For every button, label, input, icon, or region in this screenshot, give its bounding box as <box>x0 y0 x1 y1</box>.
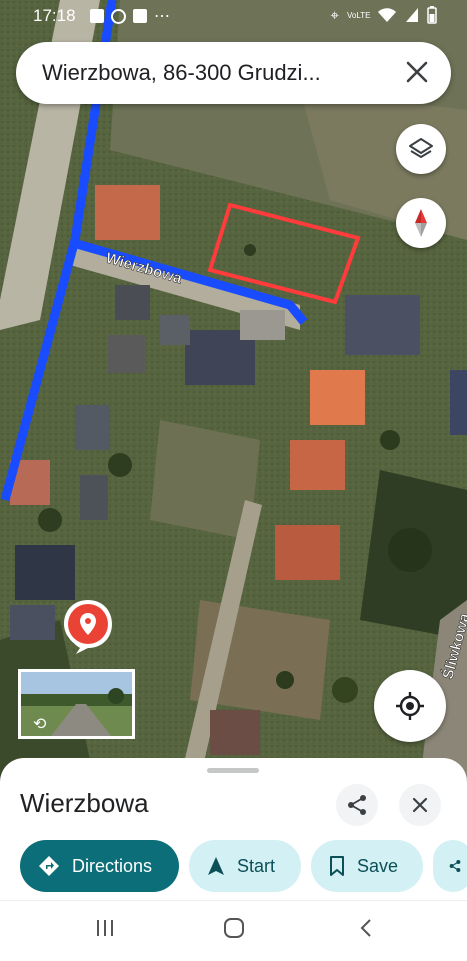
start-label: Start <box>237 855 276 876</box>
signal-icon <box>406 8 418 22</box>
directions-icon <box>39 856 59 876</box>
drag-handle[interactable] <box>207 768 259 773</box>
directions-button[interactable]: Directions <box>20 840 179 892</box>
save-button[interactable]: Save <box>311 840 423 892</box>
place-sheet[interactable]: Wierzbowa Directions Start Save <box>0 758 467 900</box>
close-sheet-button[interactable] <box>399 784 441 826</box>
share-icon <box>348 795 366 815</box>
location-icon: ⌖ <box>330 6 339 24</box>
my-location-button[interactable] <box>374 670 446 742</box>
satellite-map[interactable]: Wierzbowa Śliwkowa ⟲ <box>0 0 467 780</box>
bookmark-icon <box>330 856 344 876</box>
house-roof <box>95 185 160 240</box>
status-time: 17:18 <box>33 6 76 25</box>
battery-icon <box>427 6 437 24</box>
navigation-arrow-icon <box>208 857 224 875</box>
save-label: Save <box>357 855 399 876</box>
my-location-icon <box>396 692 424 720</box>
recent-apps-icon[interactable] <box>94 917 116 939</box>
gallery-icon <box>90 9 104 23</box>
home-icon[interactable] <box>223 917 245 939</box>
close-icon <box>412 797 428 813</box>
street-view-thumbnail[interactable]: ⟲ <box>18 669 135 739</box>
wifi-icon <box>378 8 396 22</box>
rotate-360-icon: ⟲ <box>33 716 47 733</box>
search-query[interactable]: Wierzbowa, 86-300 Grudzi... <box>42 60 392 86</box>
system-nav-bar <box>0 900 467 961</box>
layers-button[interactable] <box>396 124 446 174</box>
compass-icon <box>415 209 427 237</box>
share-icon <box>449 860 461 872</box>
directions-label: Directions <box>72 855 153 876</box>
network-label: VoLTE <box>347 10 371 20</box>
notification-icon <box>133 9 147 23</box>
close-icon[interactable] <box>401 56 433 88</box>
start-button[interactable]: Start <box>189 840 301 892</box>
share-chip-button[interactable] <box>433 840 467 892</box>
more-dots-icon: ⋯ <box>154 8 170 25</box>
action-chips: Directions Start Save <box>20 840 467 892</box>
whatsapp-icon <box>111 8 126 24</box>
place-title: Wierzbowa <box>20 788 149 818</box>
back-icon[interactable] <box>356 917 378 939</box>
location-pin-icon[interactable] <box>62 598 114 654</box>
share-button[interactable] <box>336 784 378 826</box>
search-bar[interactable]: Wierzbowa, 86-300 Grudzi... <box>16 42 451 104</box>
status-bar: 17:18 ⋯ ⌖ VoLTE <box>0 0 467 34</box>
compass-button[interactable] <box>396 198 446 248</box>
layers-icon <box>409 138 433 158</box>
map-imagery: Wierzbowa Śliwkowa <box>0 0 467 780</box>
